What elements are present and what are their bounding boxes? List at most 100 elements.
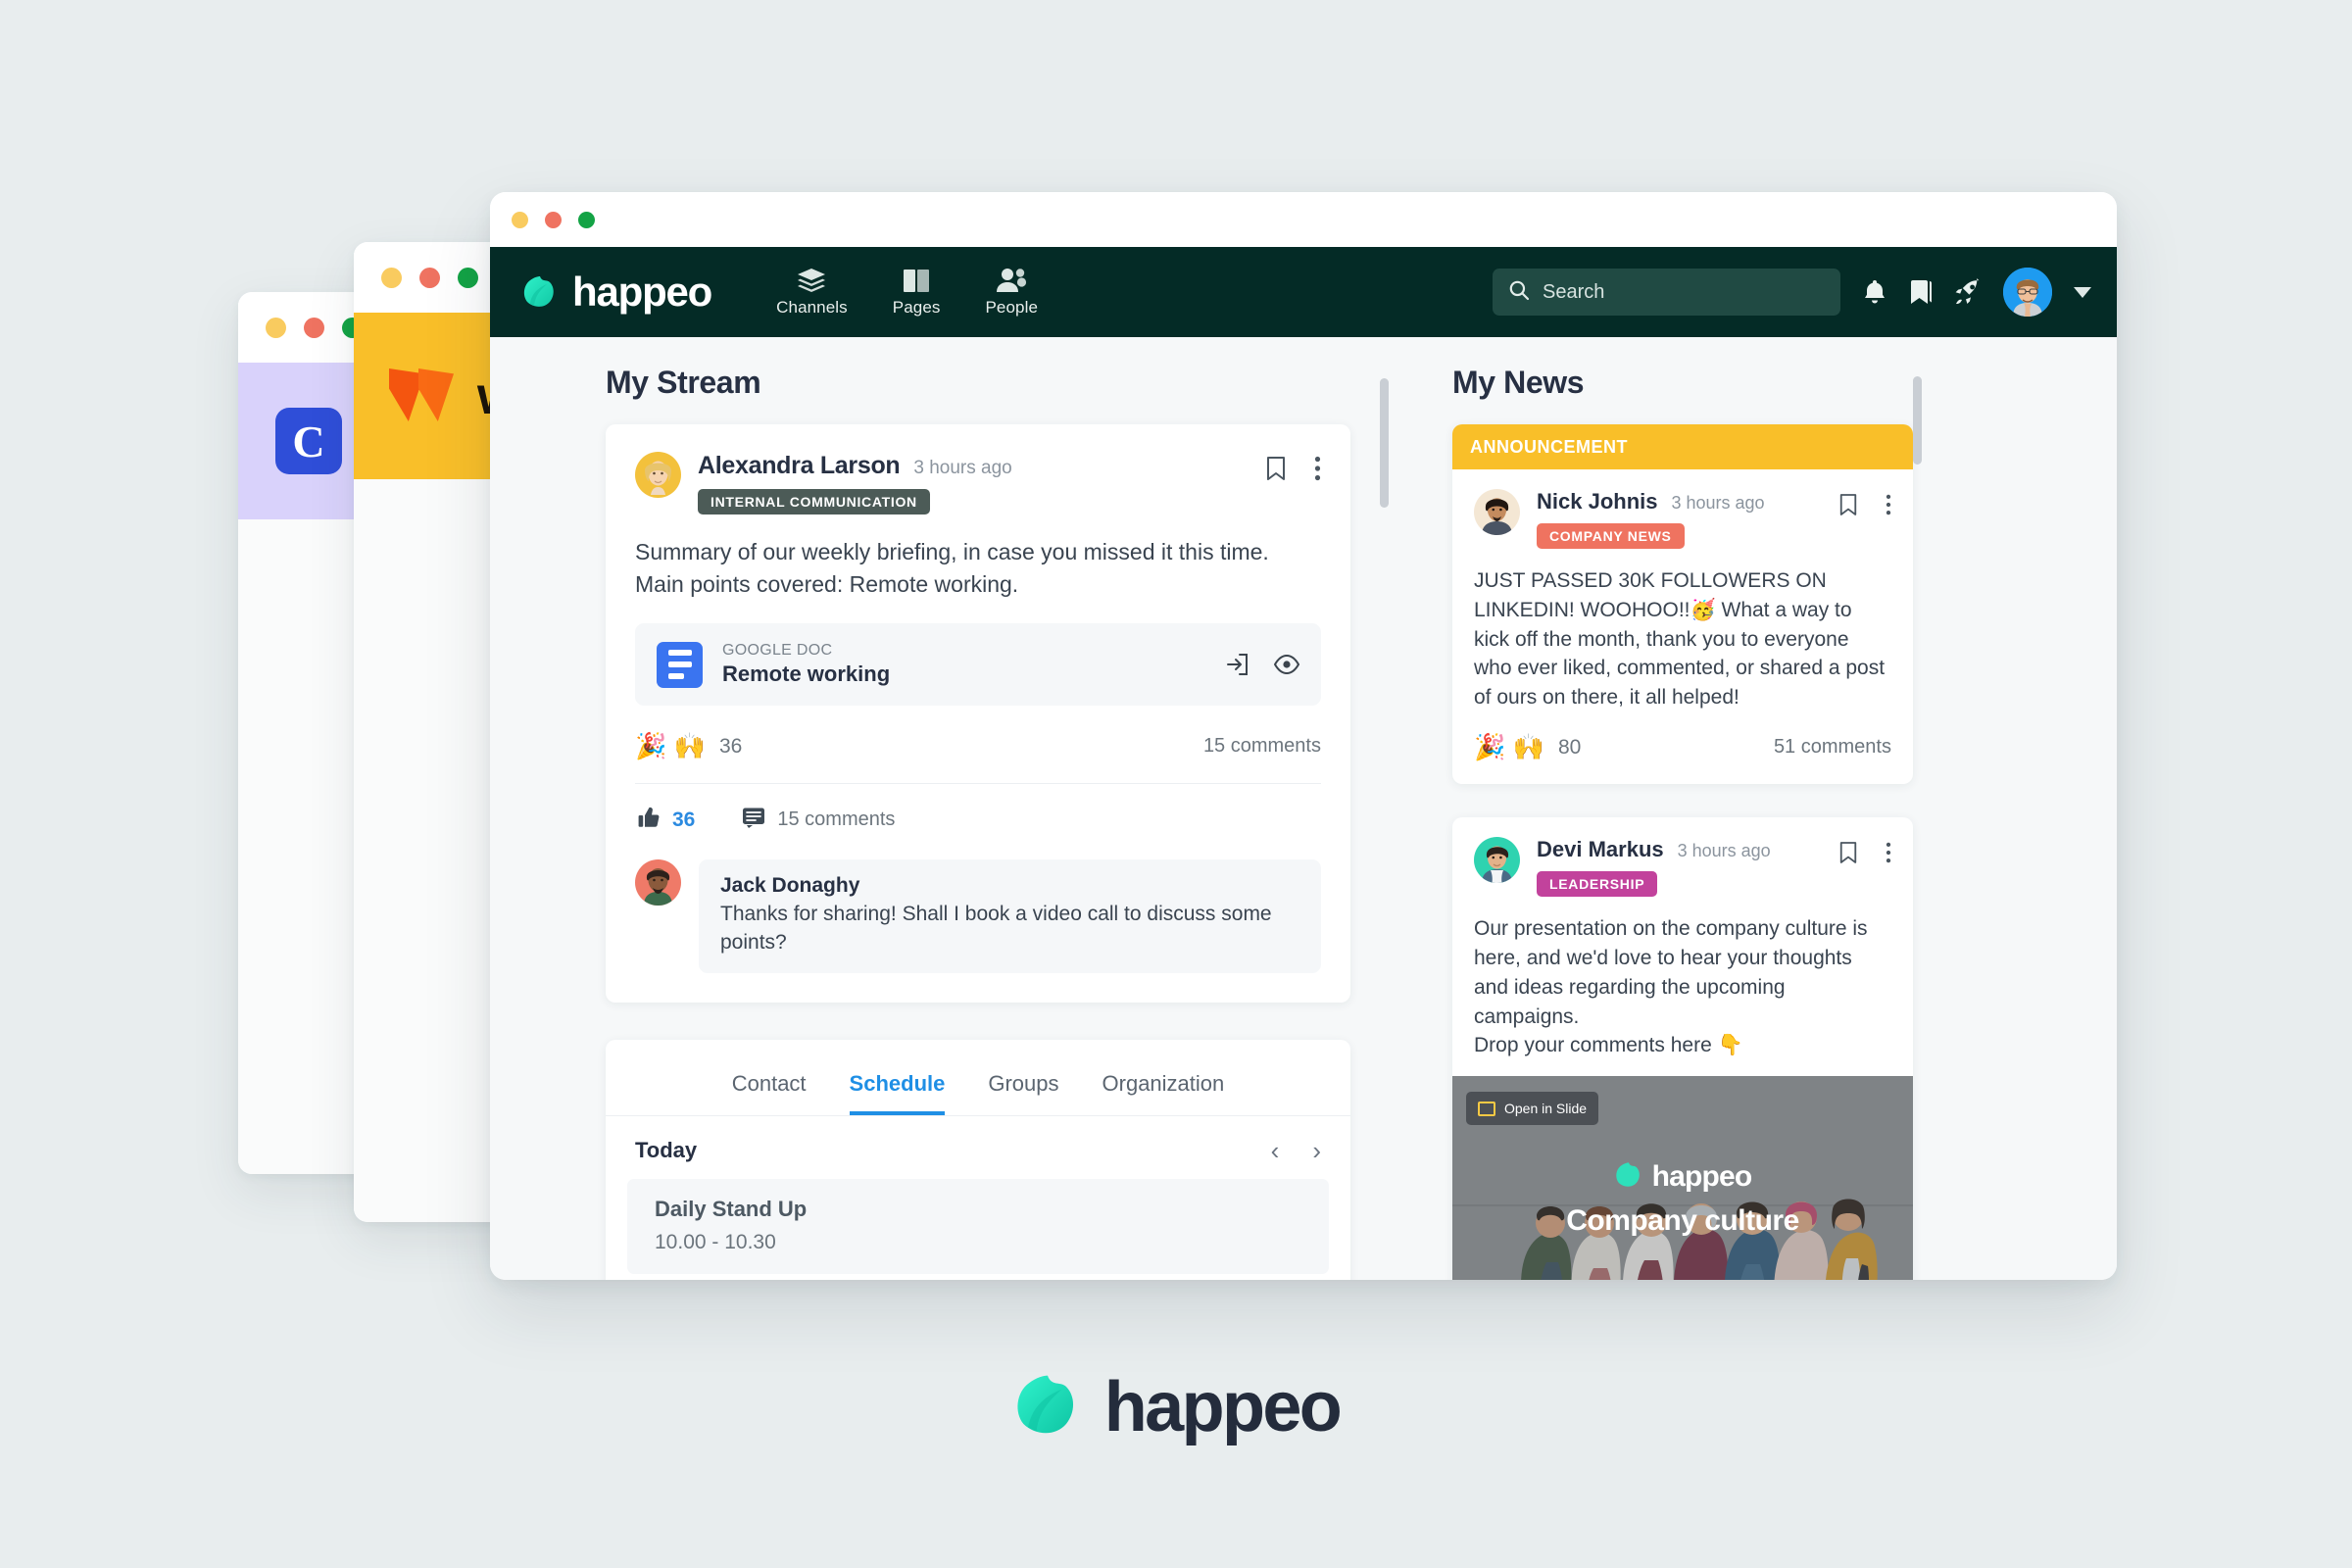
news-card-body: Devi Markus 3 hours ago LEADERSHIP Our p… [1452,817,1913,1076]
app-content: My Stream Alexandra Larson 3 hours ago I… [490,337,2117,1280]
window-close-dot[interactable] [419,267,440,288]
comment-count[interactable]: 15 comments [1203,735,1321,758]
event-time: 10.00 - 10.30 [655,1231,776,1253]
nav-item-channels[interactable]: Channels [768,265,856,319]
stream-post-card[interactable]: Alexandra Larson 3 hours ago INTERNAL CO… [606,424,1350,1003]
preview-eye-icon[interactable] [1274,655,1299,675]
news-header: Devi Markus 3 hours ago LEADERSHIP [1474,837,1891,898]
search-icon [1508,279,1530,306]
happeo-leaf-icon [521,273,559,311]
avatar[interactable] [1474,489,1520,535]
window-maximize-dot[interactable] [578,211,595,228]
window-close-dot[interactable] [545,211,562,228]
bookmark-icon[interactable] [1838,493,1858,516]
window-chrome [490,192,2117,247]
window-minimize-dot[interactable] [381,267,402,288]
window-minimize-dot[interactable] [266,317,286,338]
news-header: Nick Johnis 3 hours ago COMPANY NEWS [1474,489,1891,549]
tab-contact[interactable]: Contact [732,1071,807,1115]
happeo-brand[interactable]: happeo [521,271,712,313]
post-author[interactable]: Alexandra Larson [698,452,901,480]
nav-item-label: Pages [892,298,941,317]
window-close-dot[interactable] [304,317,324,338]
news-identity: Devi Markus 3 hours ago LEADERSHIP [1537,837,1771,898]
happeo-app-window[interactable]: happeo Channels Pages People Search My S… [490,192,2117,1280]
comment-count[interactable]: 51 comments [1774,736,1891,759]
news-author[interactable]: Devi Markus [1537,837,1664,862]
slide-brand: happeo [1614,1160,1752,1195]
comment-button[interactable]: 15 comments [742,807,895,833]
news-actions [1838,837,1891,864]
primary-nav: Channels Pages People [768,265,1046,319]
stream-scrollbar[interactable] [1380,378,1389,508]
news-body: Our presentation on the company culture … [1474,917,1868,1057]
slide-preview[interactable]: Open in Slide happeo Company culture [1452,1076,1913,1280]
more-options-icon[interactable] [1886,841,1891,864]
bell-icon[interactable] [1862,278,1887,306]
post-body: Summary of our weekly briefing, in case … [635,539,1269,597]
reaction-count: 80 [1557,735,1582,759]
event-title: Daily Stand Up [655,1197,808,1221]
profile-card[interactable]: Contact Schedule Groups Organization Tod… [606,1040,1350,1280]
announcement-banner: ANNOUNCEMENT [1452,424,1913,469]
comment-bubble[interactable]: Jack Donaghy Thanks for sharing! Shall I… [699,859,1321,973]
reaction-emojis[interactable]: 🎉 🙌 [635,731,706,761]
avatar[interactable] [2003,268,2052,317]
avatar[interactable] [635,452,681,498]
footer-brand: happeo [0,1367,2352,1447]
like-button[interactable]: 36 [637,806,695,834]
layers-icon [797,267,826,294]
news-scrollbar[interactable] [1913,376,1922,465]
status-badge[interactable]: COMPANY NEWS [1537,523,1685,549]
attachment-title[interactable]: Remote working [722,662,890,687]
chevron-right-icon[interactable]: › [1312,1138,1321,1163]
attachment-kind: GOOGLE DOC [722,642,833,660]
footer-brand-name: happeo [1103,1368,1343,1446]
attachment-card[interactable]: GOOGLE DOC Remote working [635,623,1321,707]
reaction-row: 🎉 🙌 36 15 comments [635,706,1321,783]
open-external-icon[interactable] [1225,653,1249,676]
avatar[interactable] [1474,837,1520,884]
attachment-actions [1225,653,1299,676]
news-author[interactable]: Nick Johnis [1537,489,1657,514]
nav-right-cluster: Search [1493,268,2091,317]
coveo-logo-icon: C [275,408,342,474]
reaction-emojis[interactable]: 🎉 🙌 [1474,732,1544,762]
post-timestamp: 3 hours ago [913,458,1012,478]
schedule-day-label: Today [635,1138,698,1162]
page-title: My Stream [606,365,761,400]
bookmark-icon[interactable] [1909,278,1933,306]
status-badge[interactable]: INTERNAL COMMUNICATION [698,489,930,514]
book-icon [903,267,930,294]
chevron-down-icon[interactable] [2074,286,2091,298]
post-actions [1265,452,1321,481]
schedule-event-row[interactable]: Daily Stand Up 10.00 - 10.30 [627,1179,1329,1274]
nav-item-label: Channels [776,298,848,317]
news-card-announcement[interactable]: ANNOUNCEMENT Nick Johnis 3 hours ago COM… [1452,424,1913,785]
news-card-leadership[interactable]: Devi Markus 3 hours ago LEADERSHIP Our p… [1452,817,1913,1280]
nav-item-pages[interactable]: Pages [885,265,949,319]
tab-organization[interactable]: Organization [1102,1071,1225,1115]
more-options-icon[interactable] [1886,493,1891,516]
comment-item: Jack Donaghy Thanks for sharing! Shall I… [635,834,1321,1003]
search-input[interactable]: Search [1493,269,1840,316]
window-maximize-dot[interactable] [458,267,478,288]
status-badge[interactable]: LEADERSHIP [1537,871,1658,898]
tab-schedule[interactable]: Schedule [849,1071,946,1115]
bookmark-icon[interactable] [1838,841,1858,864]
tab-groups[interactable]: Groups [988,1071,1058,1115]
avatar[interactable] [635,859,681,906]
people-icon [996,267,1027,294]
nav-item-people[interactable]: People [977,265,1046,319]
thumbs-up-icon [637,806,661,834]
post-header: Alexandra Larson 3 hours ago INTERNAL CO… [635,452,1321,514]
chevron-left-icon[interactable]: ‹ [1271,1138,1280,1163]
rocket-icon[interactable] [1954,278,1982,306]
schedule-day-header: Today ‹ › [606,1116,1350,1179]
more-options-icon[interactable] [1314,456,1321,481]
window-minimize-dot[interactable] [512,211,528,228]
news-card-body: Nick Johnis 3 hours ago COMPANY NEWS JUS… [1452,469,1913,784]
comment-text: Thanks for sharing! Shall I book a video… [720,903,1272,954]
bookmark-icon[interactable] [1265,456,1287,481]
google-doc-icon [657,641,703,688]
